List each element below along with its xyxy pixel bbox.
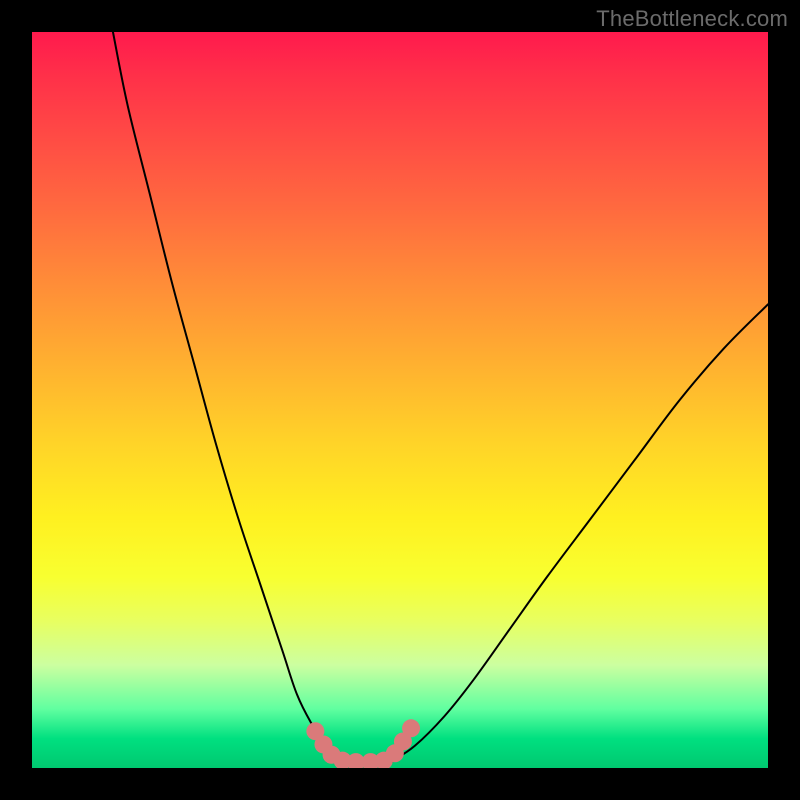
curves-svg [32, 32, 768, 768]
highlight-dot [402, 719, 420, 737]
bottleneck-curve [113, 32, 768, 765]
series-group [113, 32, 768, 765]
plot-area [32, 32, 768, 768]
watermark-text: TheBottleneck.com [596, 6, 788, 32]
chart-frame: TheBottleneck.com [0, 0, 800, 800]
marker-group [306, 719, 420, 768]
